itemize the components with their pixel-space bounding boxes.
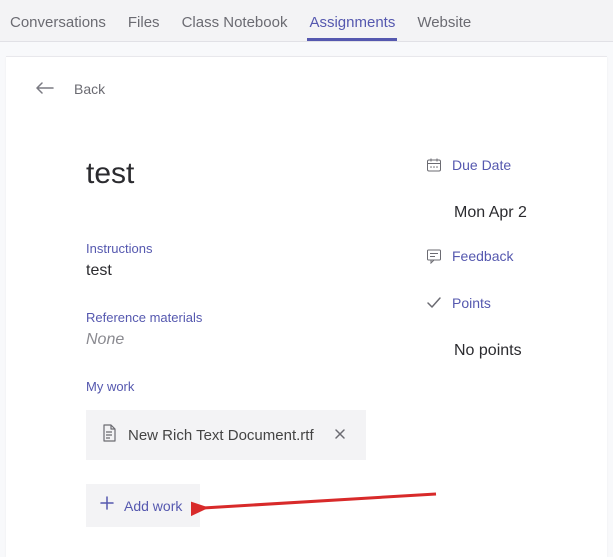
plus-icon xyxy=(100,496,114,515)
check-icon xyxy=(426,295,442,314)
instructions-label: Instructions xyxy=(86,241,366,256)
reference-label: Reference materials xyxy=(86,310,366,325)
reference-value: None xyxy=(86,331,366,349)
back-button[interactable]: Back xyxy=(36,81,577,97)
due-date-value: Mon Apr 2 xyxy=(454,204,577,222)
close-icon xyxy=(334,428,346,440)
back-label: Back xyxy=(74,81,105,97)
annotation-arrow-icon xyxy=(191,490,441,530)
feedback-icon xyxy=(426,248,442,267)
tab-website[interactable]: Website xyxy=(415,8,473,41)
attached-file[interactable]: New Rich Text Document.rtf xyxy=(86,410,366,460)
due-date-label: Due Date xyxy=(452,157,511,173)
add-work-label: Add work xyxy=(124,498,182,514)
tab-files[interactable]: Files xyxy=(126,8,162,41)
document-icon xyxy=(102,424,116,446)
tab-class-notebook[interactable]: Class Notebook xyxy=(180,8,290,41)
my-work-label: My work xyxy=(86,379,366,394)
assignment-meta: Due Date Mon Apr 2 Feedback Points xyxy=(426,157,577,527)
assignment-detail-card: Back test Instructions test Reference ma… xyxy=(6,56,607,557)
feedback-label: Feedback xyxy=(452,248,513,264)
calendar-icon xyxy=(426,157,442,176)
feedback-link[interactable]: Feedback xyxy=(426,248,577,267)
points-label: Points xyxy=(452,295,491,311)
points-value: No points xyxy=(454,342,577,360)
remove-file-button[interactable] xyxy=(330,427,350,443)
tab-assignments[interactable]: Assignments xyxy=(307,8,397,41)
assignment-main: test Instructions test Reference materia… xyxy=(86,157,366,527)
assignment-title: test xyxy=(86,157,366,191)
tab-conversations[interactable]: Conversations xyxy=(8,8,108,41)
arrow-left-icon xyxy=(36,81,54,97)
tab-bar: Conversations Files Class Notebook Assig… xyxy=(0,0,613,42)
instructions-value: test xyxy=(86,262,366,280)
add-work-button[interactable]: Add work xyxy=(86,484,200,527)
file-name: New Rich Text Document.rtf xyxy=(128,427,318,444)
